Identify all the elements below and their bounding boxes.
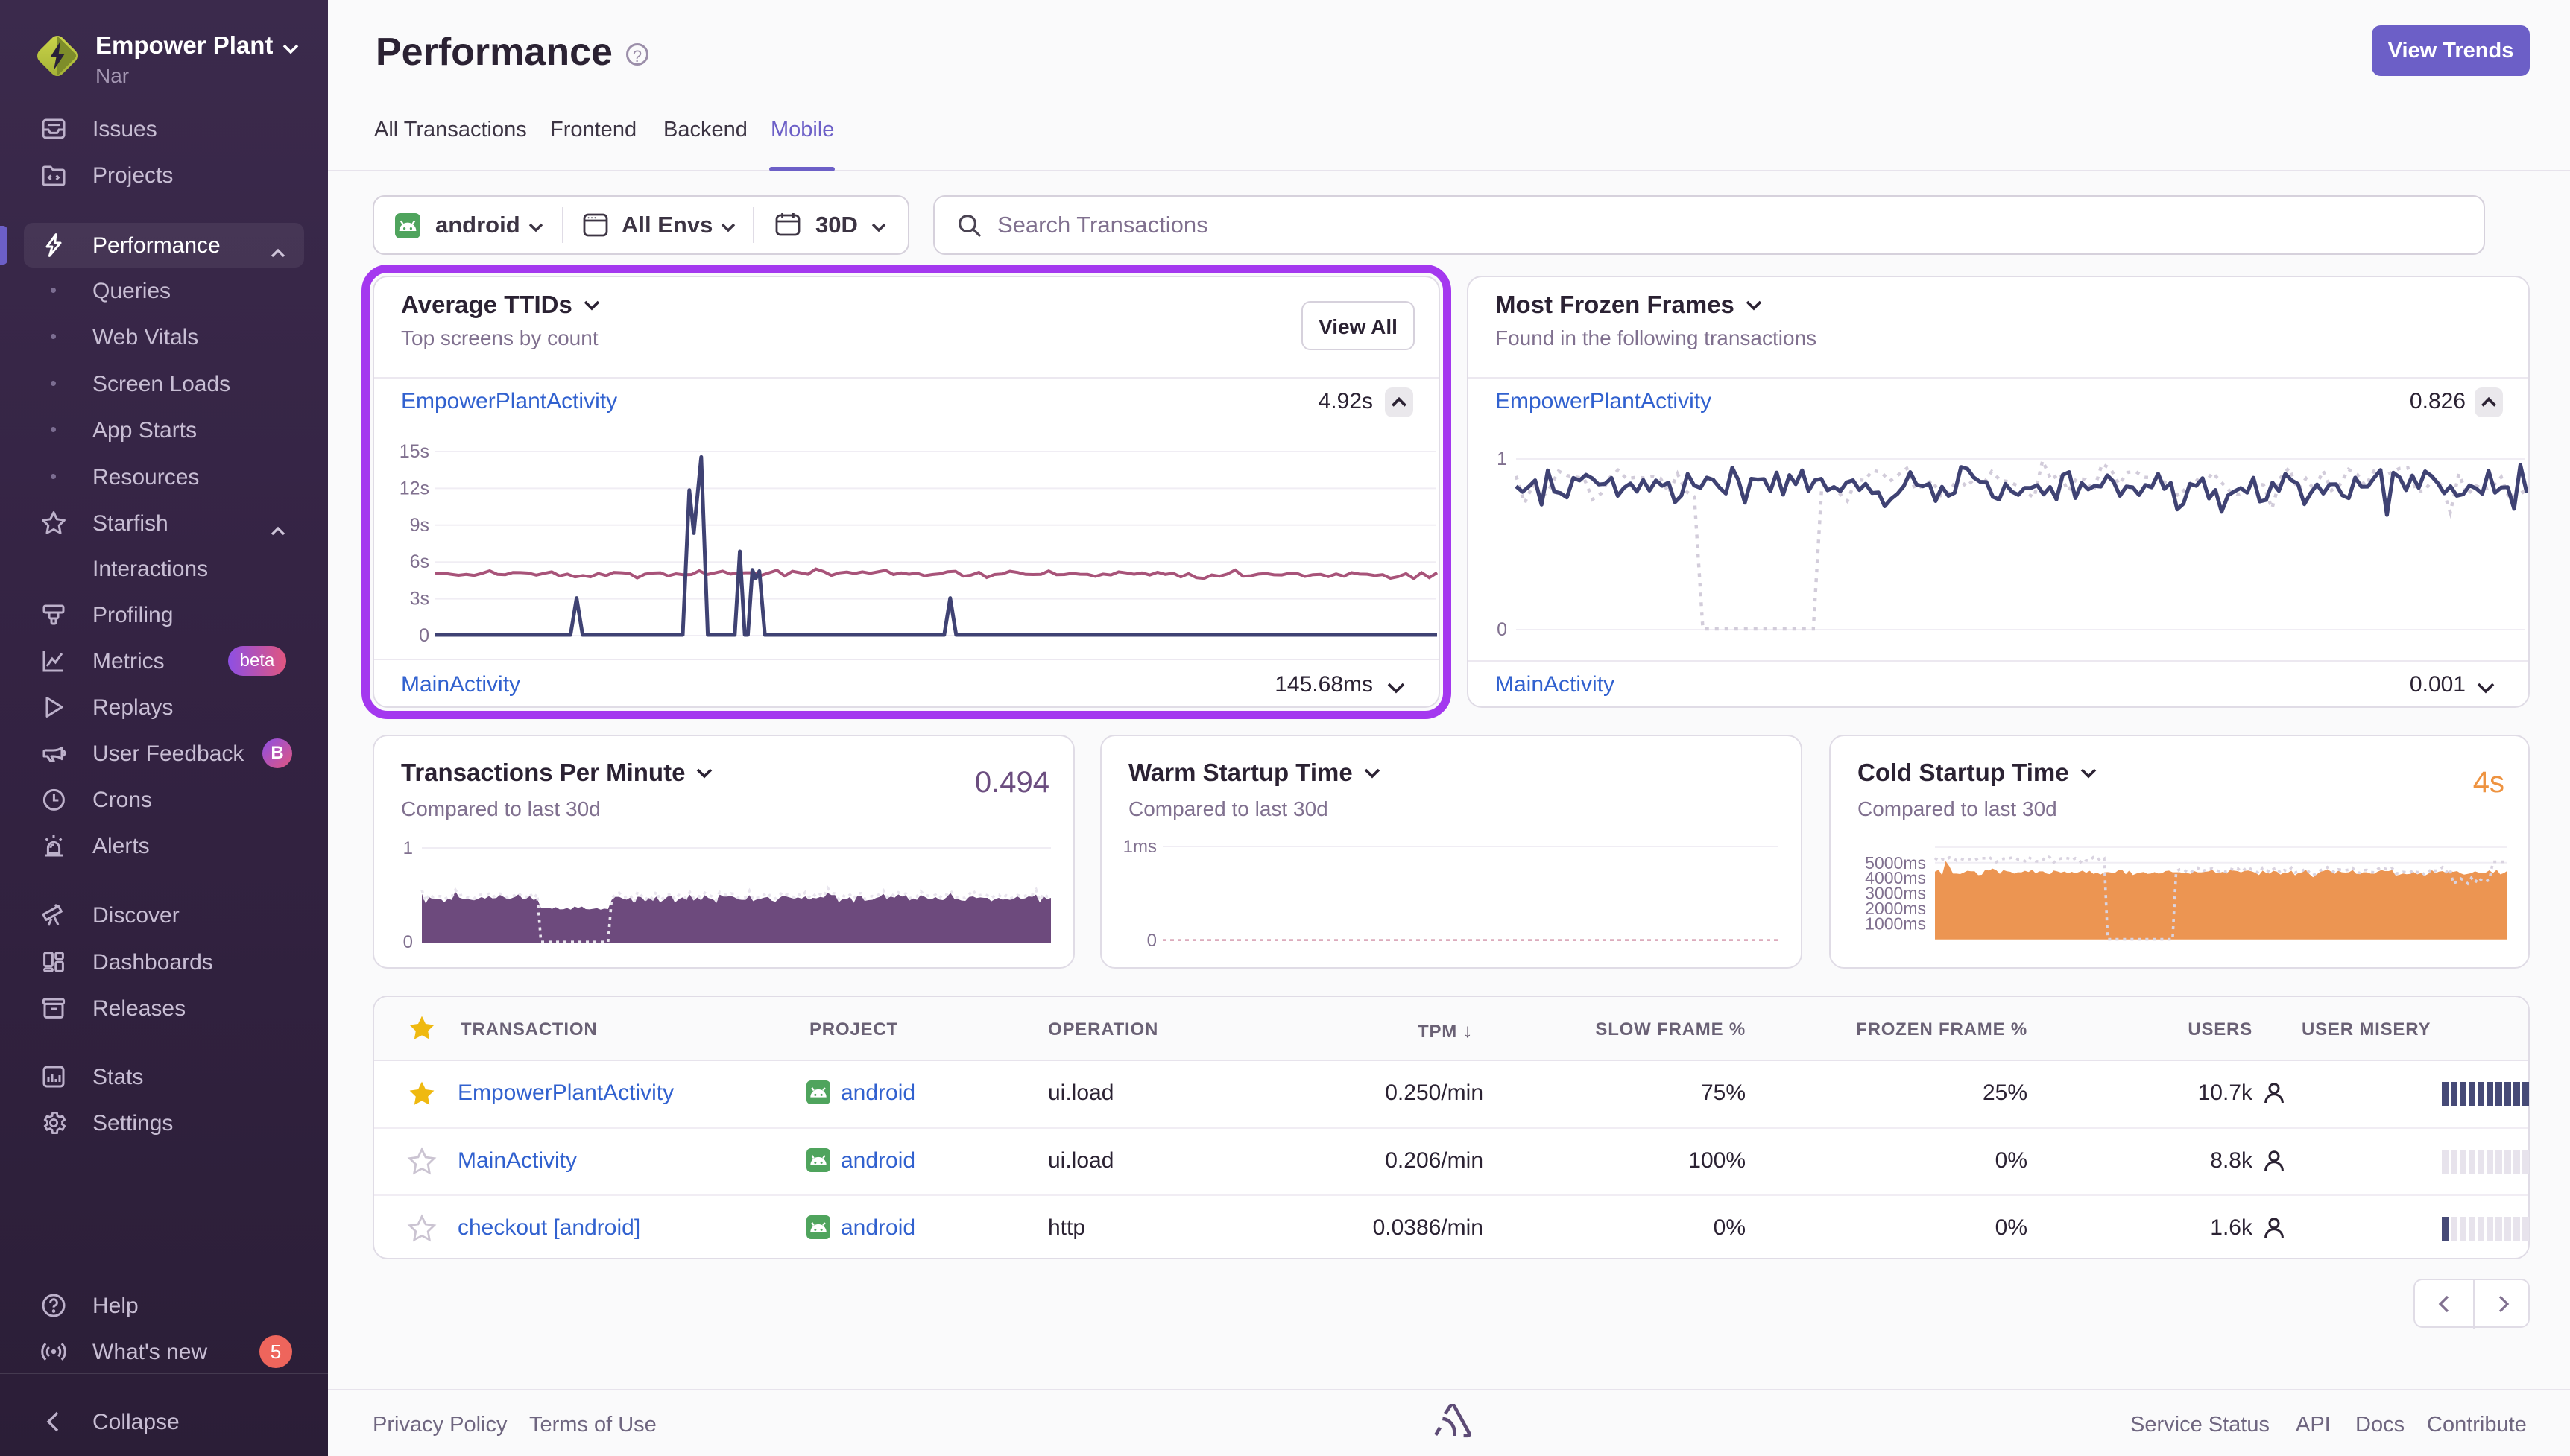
svg-text:9s: 9s [410, 515, 429, 536]
svg-text:0: 0 [419, 625, 429, 646]
svg-text:3s: 3s [410, 589, 429, 610]
svg-text:15s: 15s [400, 441, 429, 462]
svg-text:6s: 6s [410, 551, 429, 572]
svg-text:1: 1 [1497, 449, 1507, 469]
svg-text:0: 0 [1147, 931, 1157, 951]
svg-text:1000ms: 1000ms [1865, 914, 1926, 933]
svg-text:12s: 12s [400, 478, 429, 498]
svg-text:1ms: 1ms [1123, 837, 1157, 857]
svg-text:0: 0 [403, 932, 413, 952]
svg-text:1: 1 [403, 838, 413, 858]
svg-text:0: 0 [1497, 619, 1507, 640]
